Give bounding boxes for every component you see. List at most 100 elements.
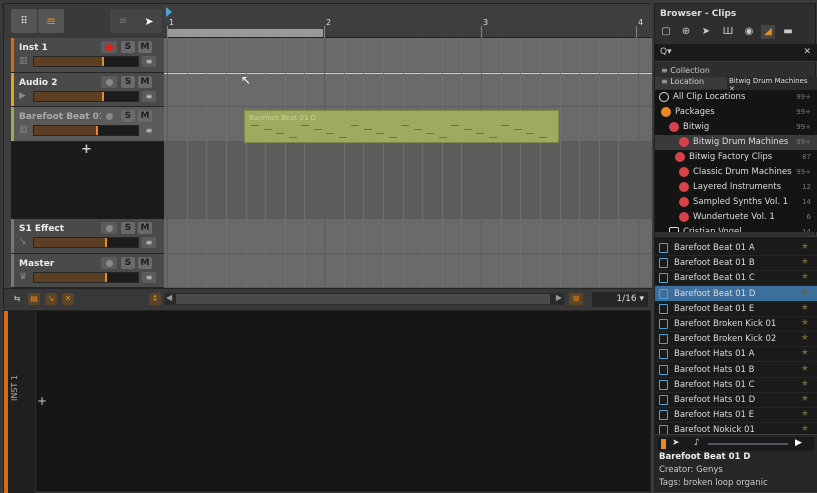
- mute-button[interactable]: M: [138, 76, 152, 88]
- favorite-star-icon[interactable]: ★: [801, 333, 809, 343]
- tree-item[interactable]: Cristian Vogel 14: [655, 225, 817, 232]
- grid-resolution-select[interactable]: 1/16 ▾: [592, 292, 648, 307]
- tree-item[interactable]: Layered Instruments 12: [655, 180, 817, 195]
- mute-button[interactable]: M: [138, 41, 152, 53]
- file-item[interactable]: Barefoot Hats 01 D ★: [655, 392, 817, 408]
- tree-item[interactable]: All Clip Locations 99+: [655, 90, 817, 105]
- device-icon[interactable]: ⊕: [679, 25, 693, 39]
- file-item[interactable]: Barefoot Beat 01 E ★: [655, 301, 817, 317]
- file-item[interactable]: Barefoot Broken Kick 02 ★: [655, 331, 817, 348]
- close-icon[interactable]: ✕: [803, 47, 811, 57]
- favorite-star-icon[interactable]: ★: [801, 364, 809, 374]
- mute-button[interactable]: M: [138, 110, 152, 122]
- solo-button[interactable]: S: [121, 41, 135, 53]
- file-item[interactable]: Barefoot Hats 01 C ★: [655, 377, 817, 393]
- volume-fader[interactable]: [33, 125, 139, 136]
- playhead-marker[interactable]: [166, 7, 172, 17]
- file-item[interactable]: Barefoot Hats 01 B ★: [655, 362, 817, 378]
- record-arm-button[interactable]: [101, 222, 117, 234]
- volume-fader[interactable]: [33, 91, 139, 102]
- file-item[interactable]: Barefoot Beat 01 D ★: [655, 285, 817, 302]
- record-arm-button[interactable]: [101, 41, 117, 53]
- play-icon[interactable]: ▶: [795, 438, 802, 448]
- sample-icon[interactable]: ◉: [742, 25, 756, 39]
- track-s1-effect[interactable]: S1 Effect S M ↘ ≡: [11, 219, 165, 254]
- mute-button[interactable]: M: [138, 257, 152, 269]
- track-master[interactable]: Master S M ♛ ≡: [11, 254, 165, 288]
- note-icon[interactable]: ♪: [694, 438, 700, 448]
- solo-button[interactable]: S: [121, 76, 135, 88]
- scroll-left-icon[interactable]: ◀: [166, 293, 172, 302]
- tree-item[interactable]: Wundertuete Vol. 1 6: [655, 210, 817, 225]
- multisample-icon[interactable]: Ш: [721, 25, 735, 39]
- scroll-thumb[interactable]: [176, 294, 550, 304]
- monitor-icon[interactable]: ▬: [781, 25, 795, 39]
- clips-tab-icon[interactable]: ◢: [761, 25, 775, 39]
- clips-icon[interactable]: ▤: [28, 293, 40, 305]
- file-item[interactable]: Barefoot Hats 01 E ★: [655, 407, 817, 424]
- preset-icon[interactable]: ➤: [699, 25, 713, 39]
- tree-item[interactable]: Sampled Synths Vol. 1 14: [655, 195, 817, 210]
- add-track-button[interactable]: +: [81, 142, 92, 157]
- list-view-button[interactable]: ≡: [38, 9, 64, 33]
- track-audio-2[interactable]: Audio 2 S M ▶ ≡: [11, 73, 165, 107]
- horizontal-scrollbar[interactable]: ◀ ▶: [164, 293, 564, 305]
- favorite-star-icon[interactable]: ★: [801, 272, 809, 282]
- menu-button[interactable]: ≡: [110, 9, 136, 33]
- favorite-star-icon[interactable]: ★: [801, 348, 809, 358]
- favorite-star-icon[interactable]: ★: [801, 409, 809, 419]
- file-item[interactable]: Barefoot Hats 01 A ★: [655, 346, 817, 363]
- favorite-star-icon[interactable]: ★: [801, 242, 809, 252]
- close-icon[interactable]: ✕: [62, 293, 74, 305]
- fx-icon[interactable]: ↘: [45, 293, 57, 305]
- tree-item[interactable]: Packages 99+: [655, 105, 817, 120]
- track-barefoot[interactable]: Barefoot Beat 01 D S M ▥ ≡: [11, 107, 165, 142]
- pointer-icon[interactable]: ➤: [672, 438, 680, 448]
- grid-view-button[interactable]: ⠿: [11, 9, 37, 33]
- track-menu-button[interactable]: ≡: [142, 91, 156, 102]
- volume-fader[interactable]: [33, 56, 139, 67]
- track-menu-button[interactable]: ≡: [142, 237, 156, 248]
- record-arm-button[interactable]: [101, 76, 117, 88]
- scroll-right-icon[interactable]: ▶: [556, 293, 562, 302]
- location-header[interactable]: ≡ Location Bitwig Drum Machines ✕: [655, 77, 817, 93]
- favorite-star-icon[interactable]: ★: [801, 303, 809, 313]
- solo-button[interactable]: S: [121, 222, 135, 234]
- tree-item[interactable]: Bitwig 99+: [655, 120, 817, 135]
- favorite-star-icon[interactable]: ★: [801, 379, 809, 389]
- pointer-tool-button[interactable]: ➤: [136, 9, 162, 33]
- favorite-star-icon[interactable]: ★: [801, 424, 809, 434]
- collection-header[interactable]: ≡ Collection: [655, 66, 817, 77]
- volume-fader[interactable]: [33, 272, 139, 283]
- tree-item[interactable]: Classic Drum Machines 99+: [655, 165, 817, 180]
- add-device-button[interactable]: +: [37, 394, 47, 408]
- automation-icon[interactable]: ↕: [149, 293, 161, 305]
- snap-icon[interactable]: ⊞: [569, 293, 583, 305]
- track-menu-button[interactable]: ≡: [142, 56, 156, 67]
- track-menu-button[interactable]: ≡: [142, 272, 156, 283]
- loop-region[interactable]: [167, 29, 323, 37]
- record-arm-button[interactable]: [101, 110, 117, 122]
- file-item[interactable]: Barefoot Broken Kick 01 ★: [655, 316, 817, 332]
- solo-button[interactable]: S: [121, 110, 135, 122]
- track-lanes[interactable]: Barefoot Beat 01 D: [164, 38, 652, 288]
- tree-item[interactable]: Bitwig Drum Machines 99+: [655, 135, 817, 150]
- favorite-star-icon[interactable]: ★: [801, 288, 809, 298]
- arrows-icon[interactable]: ⇆: [11, 293, 23, 305]
- solo-button[interactable]: S: [121, 257, 135, 269]
- volume-fader[interactable]: [33, 237, 139, 248]
- track-menu-button[interactable]: ≡: [142, 125, 156, 136]
- window-icon[interactable]: ▢: [659, 25, 673, 39]
- record-arm-button[interactable]: [101, 257, 117, 269]
- favorite-star-icon[interactable]: ★: [801, 318, 809, 328]
- search-icon[interactable]: Q▾: [660, 47, 672, 57]
- mute-button[interactable]: M: [138, 222, 152, 234]
- browser-search[interactable]: Q▾ ✕: [655, 44, 817, 62]
- file-item[interactable]: Barefoot Beat 01 C ★: [655, 270, 817, 287]
- favorite-star-icon[interactable]: ★: [801, 257, 809, 267]
- timeline-ruler[interactable]: 1 2 3 4: [164, 4, 652, 38]
- file-item[interactable]: Barefoot Beat 01 A ★: [655, 240, 817, 256]
- file-item[interactable]: Barefoot Beat 01 B ★: [655, 255, 817, 272]
- clip[interactable]: Barefoot Beat 01 D: [244, 110, 559, 143]
- favorite-star-icon[interactable]: ★: [801, 394, 809, 404]
